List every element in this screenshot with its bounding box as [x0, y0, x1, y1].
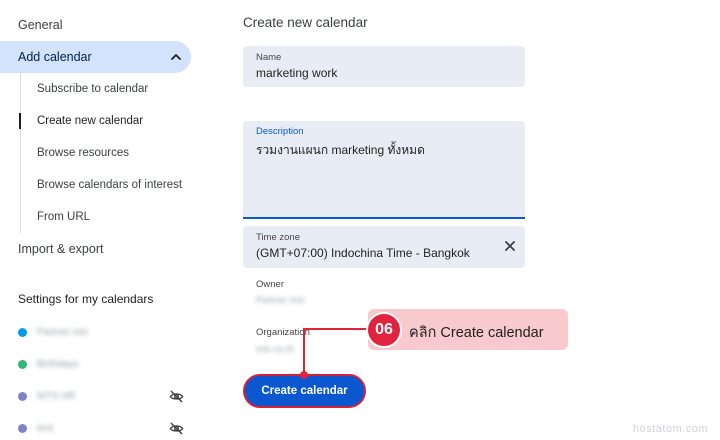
- nav-import-export[interactable]: Import & export: [18, 233, 103, 265]
- name-label: Name: [256, 52, 282, 63]
- calendar-item[interactable]: MTS HR: [18, 386, 188, 406]
- calendar-color-dot: [18, 327, 27, 337]
- create-calendar-button[interactable]: Create calendar: [243, 374, 366, 408]
- callout-connector-horizontal: [303, 328, 369, 330]
- settings-sidebar: General Add calendar Subscribe to calend…: [0, 0, 200, 440]
- calendar-name: Partner mix: [37, 326, 89, 338]
- submenu-guide-line: [20, 73, 21, 233]
- timezone-field[interactable]: Time zone (GMT+07:00) Indochina Time - B…: [243, 226, 525, 268]
- create-calendar-button-label: Create calendar: [261, 385, 348, 397]
- timezone-value[interactable]: (GMT+07:00) Indochina Time - Bangkok: [256, 246, 470, 260]
- callout-connector-vertical: [303, 328, 305, 374]
- sub-item-create-new[interactable]: Create new calendar: [37, 105, 143, 137]
- owner-value: Partner mix: [256, 295, 305, 306]
- nav-add-calendar-label: Add calendar: [18, 50, 92, 64]
- eye-off-icon[interactable]: [169, 421, 184, 436]
- calendar-name: MTS HR: [37, 390, 76, 402]
- name-field[interactable]: Name marketing work: [243, 46, 525, 87]
- sub-item-subscribe[interactable]: Subscribe to calendar: [37, 73, 148, 105]
- description-field[interactable]: Description รวมงานแผนก marketing ทั้งหมด: [243, 121, 525, 219]
- sub-item-browse-resources[interactable]: Browse resources: [37, 137, 129, 169]
- eye-off-icon[interactable]: [169, 389, 184, 404]
- timezone-label: Time zone: [256, 232, 300, 243]
- organization-label: Organization: [256, 327, 310, 338]
- description-input[interactable]: รวมงานแผนก marketing ทั้งหมด: [256, 141, 425, 160]
- calendar-color-dot: [18, 391, 27, 401]
- settings-heading: Settings for my calendars: [18, 292, 154, 306]
- sub-item-from-url[interactable]: From URL: [37, 201, 90, 233]
- watermark: hostatom.com: [632, 423, 708, 435]
- chevron-up-icon: [171, 54, 181, 60]
- close-icon[interactable]: [504, 240, 516, 252]
- organization-value: mix.co.th: [256, 344, 295, 355]
- callout-text: คลิก Create calendar: [409, 325, 544, 341]
- calendar-item[interactable]: Partner mix: [18, 322, 188, 342]
- submenu-active-indicator: [19, 113, 21, 129]
- calendar-name: test: [37, 422, 54, 434]
- callout-anchor-dot: [300, 371, 308, 379]
- nav-general[interactable]: General: [18, 9, 62, 41]
- name-input[interactable]: marketing work: [256, 66, 337, 80]
- calendar-name: Birthdays: [37, 358, 79, 370]
- page-title: Create new calendar: [243, 15, 368, 30]
- description-label: Description: [256, 126, 304, 137]
- sub-item-browse-interest[interactable]: Browse calendars of interest: [37, 169, 182, 201]
- calendar-item[interactable]: Birthdays: [18, 354, 188, 374]
- step-number-badge: 06: [366, 312, 402, 348]
- calendar-color-dot: [18, 423, 27, 433]
- step-number: 06: [375, 321, 393, 338]
- nav-add-calendar[interactable]: Add calendar: [0, 41, 191, 73]
- calendar-color-dot: [18, 359, 27, 369]
- owner-label: Owner: [256, 279, 284, 290]
- calendar-item[interactable]: test: [18, 418, 188, 438]
